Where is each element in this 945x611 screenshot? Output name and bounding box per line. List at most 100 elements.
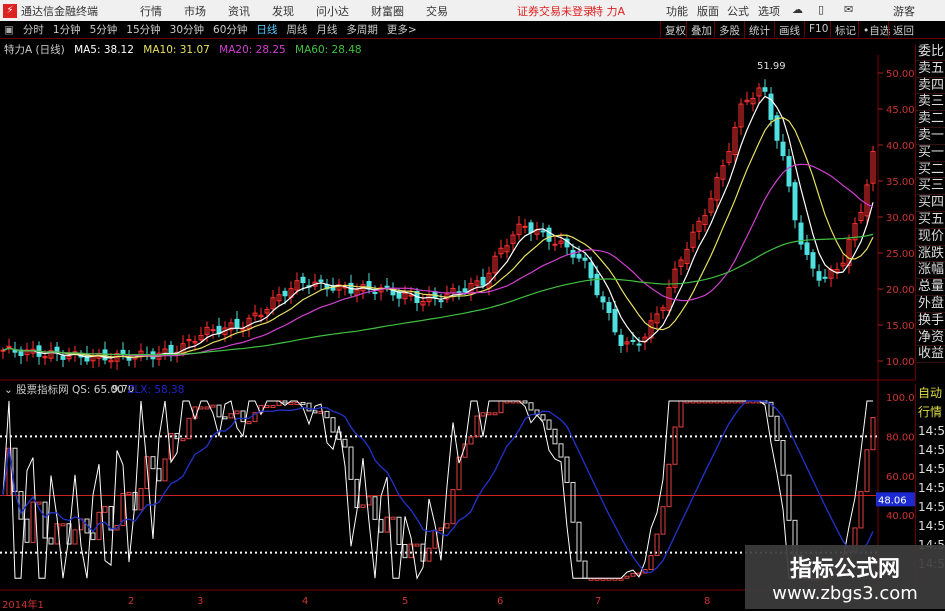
quote-field-label: 总量 <box>916 279 945 296</box>
quote-field-label: 买二 <box>916 161 945 179</box>
candle-body <box>618 334 624 346</box>
ma10-line <box>2 116 874 358</box>
tick-time: 自动 <box>918 386 943 400</box>
indicator-bar <box>228 413 234 419</box>
price-tick: 30.00 <box>886 213 915 224</box>
candle-body <box>234 318 240 328</box>
indicator-bar <box>438 527 444 531</box>
indicator-bar <box>270 404 276 408</box>
watermark: 指标公式网 www.zbgs3.com <box>745 545 945 609</box>
indicator-bar <box>630 572 636 577</box>
price-tick: 45.00 <box>886 105 915 116</box>
quote-field-label: 卖四 <box>916 77 945 95</box>
indicator-trend-line <box>2 400 874 574</box>
indicator-bar <box>390 516 396 520</box>
indicator-k-line <box>2 400 873 580</box>
candle-body <box>168 344 174 354</box>
indicator-bar <box>540 414 546 421</box>
indicator-bar <box>528 402 534 411</box>
current-value: 48.06 <box>878 495 907 506</box>
candle-body <box>522 225 528 228</box>
indicator-bar <box>324 410 330 419</box>
candle-body <box>576 253 582 259</box>
indicator-bar <box>360 504 366 509</box>
indicator-toggle-icon[interactable]: ⌄ <box>4 384 13 396</box>
indicator-bar <box>582 560 588 579</box>
candle-body <box>318 279 324 282</box>
indicator-bar <box>30 501 36 543</box>
indicator-bar <box>480 412 486 417</box>
indicator-bar <box>72 529 78 545</box>
price-tick: 15.00 <box>886 321 915 332</box>
indicator-bar <box>204 406 210 410</box>
indicator-bar <box>138 488 144 511</box>
candle-body <box>432 291 438 298</box>
indicator-bar <box>42 501 48 539</box>
candle-body <box>60 355 66 360</box>
indicator-bar <box>372 496 378 520</box>
indicator-bar <box>570 481 576 523</box>
indicator-bar <box>402 544 408 559</box>
candle-body <box>540 230 546 233</box>
indicator-bar <box>264 404 270 408</box>
indicator-bar <box>180 438 186 442</box>
candle-body <box>630 339 636 342</box>
quote-field-label: 买一 <box>916 144 945 162</box>
date-tick: 6 <box>497 596 504 607</box>
candle-body <box>438 300 444 303</box>
indicator-bar <box>786 474 792 521</box>
indicator-bar <box>60 523 66 527</box>
candle-body <box>786 156 792 187</box>
price-tick: 40.00 <box>886 141 915 152</box>
candle-body <box>384 285 390 288</box>
candle-body <box>480 276 486 286</box>
indicator-bar <box>48 537 54 545</box>
candle-body <box>780 141 786 157</box>
indicator-bar <box>678 400 684 428</box>
price-tick: 50.00 <box>886 69 915 80</box>
candle-body <box>396 291 402 299</box>
indicator-bar <box>474 415 480 438</box>
indicator-bar <box>102 506 108 513</box>
indicator-bar <box>210 404 216 408</box>
indicator-bar <box>306 402 312 412</box>
indicator-bar <box>300 401 306 405</box>
indicator-bar <box>156 468 162 482</box>
indicator-bar <box>444 523 450 529</box>
candle-body <box>804 242 810 255</box>
indicator-bar <box>624 575 630 579</box>
indicator-tick: 40.00 <box>886 511 915 522</box>
tick-time: 行情 <box>918 405 943 419</box>
candle-body <box>606 302 612 314</box>
indicator-bar <box>354 478 360 509</box>
indicator-bar <box>24 518 30 543</box>
quote-panel: 委比 卖五 卖四 卖三 卖二 卖一 买一 买二 买三 买四 买五 现价 涨跌 涨幅 总量 外盘 换手 净资 收益 <box>915 44 945 380</box>
candle-body <box>408 294 414 297</box>
date-tick: 4 <box>302 596 309 607</box>
indicator-bar <box>240 410 246 423</box>
indicator-bar <box>546 419 552 430</box>
quote-field-label: 委比 <box>916 44 945 61</box>
indicator-bar <box>90 532 96 541</box>
date-tick: 8 <box>704 596 711 607</box>
indicator-bar <box>246 421 252 425</box>
indicator-name[interactable]: 股票指标网 <box>16 384 69 396</box>
indicator-bar <box>666 463 672 508</box>
candle-body <box>612 308 618 333</box>
indicator-bar <box>150 456 156 470</box>
quote-field-label: 收益 <box>916 346 945 364</box>
quote-field-label: 卖五 <box>916 60 945 78</box>
indicator-bar <box>330 417 336 433</box>
indicator-bar <box>870 417 876 451</box>
tick-time: 14:50 <box>918 462 945 476</box>
indicator-bar <box>222 416 228 420</box>
indicator-bar <box>384 516 390 533</box>
ma60-line <box>2 233 874 356</box>
indicator-bar <box>426 547 432 562</box>
candle-body <box>588 262 594 279</box>
kline-chart[interactable]: 50.00 45.00 40.00 35.00 30.00 25.00 20.00 15.00… <box>0 0 915 609</box>
high-label: 51.99 <box>757 61 786 72</box>
quote-field-label: 买四 <box>916 195 945 212</box>
indicator-tick: 100.0 <box>886 393 915 404</box>
candle-body <box>528 222 534 234</box>
